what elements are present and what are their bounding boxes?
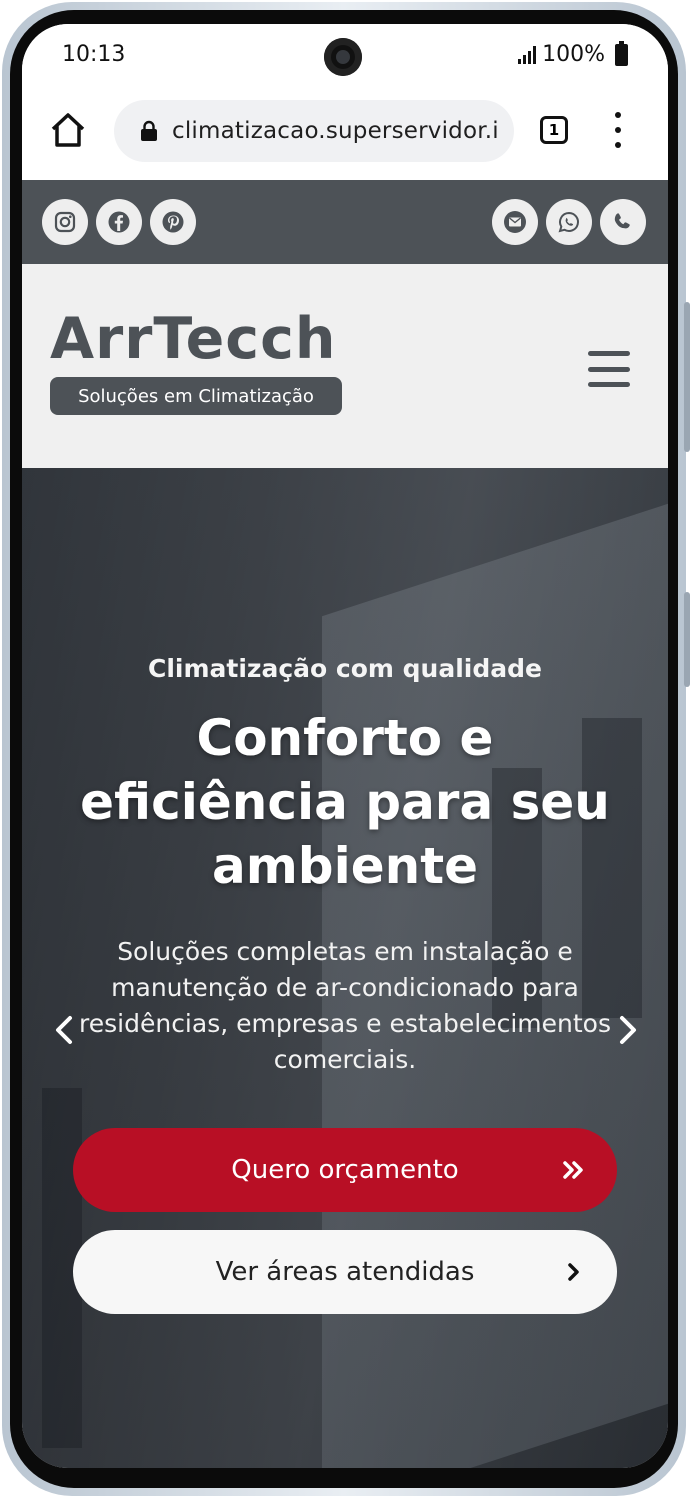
quote-button[interactable]: Quero orçamento [73,1128,617,1212]
front-camera [324,38,362,76]
lock-icon [141,120,157,141]
chevron-right-icon [568,1263,579,1281]
double-chevron-right-icon [563,1161,583,1179]
hero-section: Climatização com qualidade Conforto e ef… [22,468,668,1468]
battery-percent: 100% [542,42,605,67]
instagram-icon[interactable] [42,199,88,245]
carousel-prev-icon[interactable] [50,1010,80,1050]
battery-icon [615,40,628,66]
site-header: ArrTecch Soluções em Climatização [22,264,668,468]
pinterest-icon[interactable] [150,199,196,245]
tab-switcher-button[interactable]: 1 [540,116,568,144]
facebook-icon[interactable] [96,199,142,245]
quote-button-label: Quero orçamento [231,1155,459,1185]
hero-subtitle: Climatização com qualidade [148,654,542,683]
hamburger-menu-icon[interactable] [588,351,630,387]
phone-screen: 10:13 100% climatizacao.superservidor.i … [22,24,668,1468]
whatsapp-icon[interactable] [546,199,592,245]
home-icon[interactable] [48,110,88,150]
logo-tagline: Soluções em Climatização [50,377,342,415]
service-areas-button[interactable]: Ver áreas atendidas [73,1230,617,1314]
tab-count: 1 [548,121,560,139]
hero-title: Conforto e eficiência para seu ambiente [80,709,610,895]
status-bar: 10:13 100% [22,24,668,90]
status-indicators: 100% [518,40,628,67]
site-logo[interactable]: ArrTecch [50,306,336,372]
address-bar[interactable]: climatizacao.superservidor.i [114,100,514,162]
power-button [684,592,690,687]
url-text: climatizacao.superservidor.i [172,118,499,144]
email-icon[interactable] [492,199,538,245]
social-contact-bar [22,180,668,264]
browser-menu-icon[interactable] [614,112,622,148]
hero-description: Soluções completas em instalação e manut… [79,937,611,1074]
volume-button [684,302,690,452]
phone-icon[interactable] [600,199,646,245]
service-areas-button-label: Ver áreas atendidas [215,1257,475,1287]
signal-icon [518,45,537,64]
carousel-next-icon[interactable] [612,1010,642,1050]
browser-toolbar: climatizacao.superservidor.i 1 [22,90,668,180]
status-time: 10:13 [62,42,126,67]
